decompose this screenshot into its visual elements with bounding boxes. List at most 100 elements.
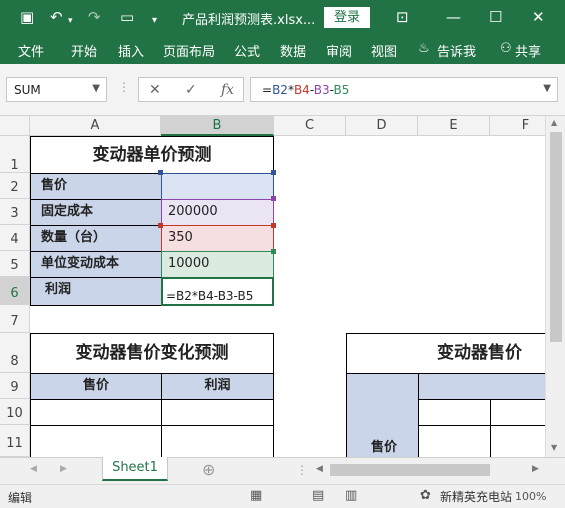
range-handle[interactable] [158, 223, 163, 228]
label-quantity[interactable]: 数量（台） [30, 225, 162, 252]
select-all-corner[interactable] [0, 116, 30, 136]
scroll-sheets-left-icon[interactable]: ◀ [30, 464, 37, 474]
column-header-b[interactable]: B [161, 116, 274, 136]
label-fixed-cost[interactable]: 固定成本 [30, 199, 162, 226]
tab-file[interactable]: 文件 [18, 41, 44, 60]
column-header-a[interactable]: A [30, 116, 161, 136]
tab-review[interactable]: 审阅 [326, 41, 352, 60]
formula-input[interactable]: =B2*B4-B3-B5 ▼ [250, 77, 558, 102]
row-header-10[interactable]: 10 [0, 399, 30, 425]
row-header-8[interactable]: 8 [0, 333, 30, 373]
table2-title[interactable]: 变动器售价变化预测 [30, 333, 274, 374]
table3-header-cell[interactable] [418, 373, 545, 400]
formula-part: = [262, 83, 273, 97]
row-header-6[interactable]: 6 [0, 277, 30, 305]
column-header-e[interactable]: E [418, 116, 490, 136]
scroll-left-icon[interactable]: ◀ [316, 464, 323, 474]
tab-insert[interactable]: 插入 [118, 41, 144, 60]
horizontal-scrollbar-thumb[interactable] [330, 464, 490, 476]
undo-dropdown-icon[interactable]: ▾ [68, 12, 73, 30]
table2-cell[interactable] [161, 399, 274, 426]
table3-cell[interactable] [490, 399, 545, 426]
maximize-icon[interactable]: ☐ [489, 8, 502, 26]
page-break-view-icon[interactable]: ▥ [345, 488, 357, 503]
value-fixed-cost[interactable]: 200000 [161, 199, 274, 226]
value-quantity[interactable]: 350 [161, 225, 274, 252]
share-button[interactable]: 共享 [515, 41, 541, 60]
column-header-c[interactable]: C [274, 116, 346, 136]
customize-toolbar-icon[interactable]: ▾ [152, 12, 157, 30]
row-header-5[interactable]: 5 [0, 251, 30, 277]
scrollbar-thumb[interactable] [550, 132, 562, 342]
chevron-down-icon[interactable]: ▼ [92, 83, 100, 94]
scroll-up-icon[interactable]: ▲ [551, 118, 557, 127]
row-header-3[interactable]: 3 [0, 199, 30, 225]
zoom-level[interactable]: 100% [515, 490, 546, 503]
scroll-right-icon[interactable]: ▶ [532, 464, 539, 474]
add-sheet-icon[interactable]: ⊕ [202, 460, 215, 479]
expand-formula-bar-icon[interactable]: ▼ [543, 83, 551, 94]
tab-data[interactable]: 数据 [280, 41, 306, 60]
table1-title[interactable]: 变动器单价预测 [30, 136, 274, 174]
table3-title[interactable]: 变动器售价 [346, 333, 545, 374]
range-handle[interactable] [271, 170, 276, 175]
cancel-icon[interactable]: ✕ [149, 82, 161, 98]
scroll-sheets-right-icon[interactable]: ▶ [60, 464, 67, 474]
formula-buttons: ✕ ✓ fx [138, 77, 244, 102]
normal-view-icon[interactable]: ▦ [250, 488, 262, 503]
range-handle[interactable] [158, 170, 163, 175]
splitter-handle-icon[interactable]: ⋮ [296, 463, 308, 477]
table3-cell[interactable] [418, 425, 491, 457]
label-profit[interactable]: 利润 [30, 277, 162, 306]
minimize-icon[interactable]: — [446, 8, 461, 26]
login-button[interactable]: 登录 [324, 7, 370, 28]
label-unit-variable-cost[interactable]: 单位变动成本 [30, 251, 162, 278]
tab-view[interactable]: 视图 [371, 41, 397, 60]
scroll-down-icon[interactable]: ▼ [551, 443, 557, 452]
range-handle[interactable] [271, 249, 276, 254]
splitter-handle-icon[interactable]: ⋮ [118, 80, 130, 94]
row-header-2[interactable]: 2 [0, 173, 30, 199]
name-box[interactable]: SUM ▼ [6, 77, 107, 102]
insert-function-icon[interactable]: fx [221, 82, 234, 98]
range-handle[interactable] [271, 196, 276, 201]
page-layout-view-icon[interactable]: ▤ [312, 488, 324, 503]
table2-header-profit[interactable]: 利润 [161, 373, 274, 400]
row-header-11[interactable]: 11 [0, 425, 30, 457]
close-icon[interactable]: ✕ [532, 8, 545, 26]
tab-home[interactable]: 开始 [71, 41, 97, 60]
tab-formulas[interactable]: 公式 [234, 41, 260, 60]
ribbon-tabs: 文件 开始 插入 页面布局 公式 数据 审阅 视图 ♨ 告诉我 ⚇ 共享 [0, 35, 565, 64]
worksheet-grid[interactable]: A B C D E F 1 2 3 4 5 6 7 8 9 10 11 变动器单… [0, 116, 545, 457]
value-price[interactable] [161, 173, 274, 200]
undo-icon[interactable]: ↶ [50, 8, 63, 26]
column-header-d[interactable]: D [346, 116, 418, 136]
formula-part: B3 [313, 83, 330, 97]
table3-side-label[interactable]: 售价 [346, 373, 419, 457]
range-handle[interactable] [271, 223, 276, 228]
table2-header-price[interactable]: 售价 [30, 373, 162, 400]
label-price[interactable]: 售价 [30, 173, 162, 200]
open-folder-icon[interactable]: ▭ [120, 8, 134, 26]
value-unit-variable-cost[interactable]: 10000 [161, 251, 274, 278]
enter-icon[interactable]: ✓ [185, 82, 197, 98]
row-header-1[interactable]: 1 [0, 136, 30, 173]
table3-cell[interactable] [418, 399, 491, 426]
tab-page-layout[interactable]: 页面布局 [163, 41, 215, 60]
table2-cell[interactable] [30, 399, 162, 426]
table2-cell[interactable] [161, 425, 274, 457]
title-bar: ▣ ↶ ▾ ↷ ▭ ▾ 产品利润预测表.xlsx... 登录 ⊡ — ☐ ✕ [0, 0, 565, 35]
ribbon-display-options-icon[interactable]: ⊡ [396, 8, 409, 26]
row-header-4[interactable]: 4 [0, 225, 30, 251]
row-header-9[interactable]: 9 [0, 373, 30, 399]
active-cell-profit-formula[interactable]: =B2*B4-B3-B5 [161, 277, 274, 306]
table2-cell[interactable] [30, 425, 162, 457]
save-icon[interactable]: ▣ [20, 8, 34, 26]
vertical-scrollbar[interactable]: ▲ ▼ [545, 116, 565, 457]
redo-icon[interactable]: ↷ [88, 8, 101, 26]
column-header-f[interactable]: F [490, 116, 545, 136]
sheet-tab-active[interactable]: Sheet1 [102, 457, 168, 481]
row-header-7[interactable]: 7 [0, 305, 30, 333]
table3-cell[interactable] [490, 425, 545, 457]
tell-me-search[interactable]: 告诉我 [437, 41, 476, 60]
